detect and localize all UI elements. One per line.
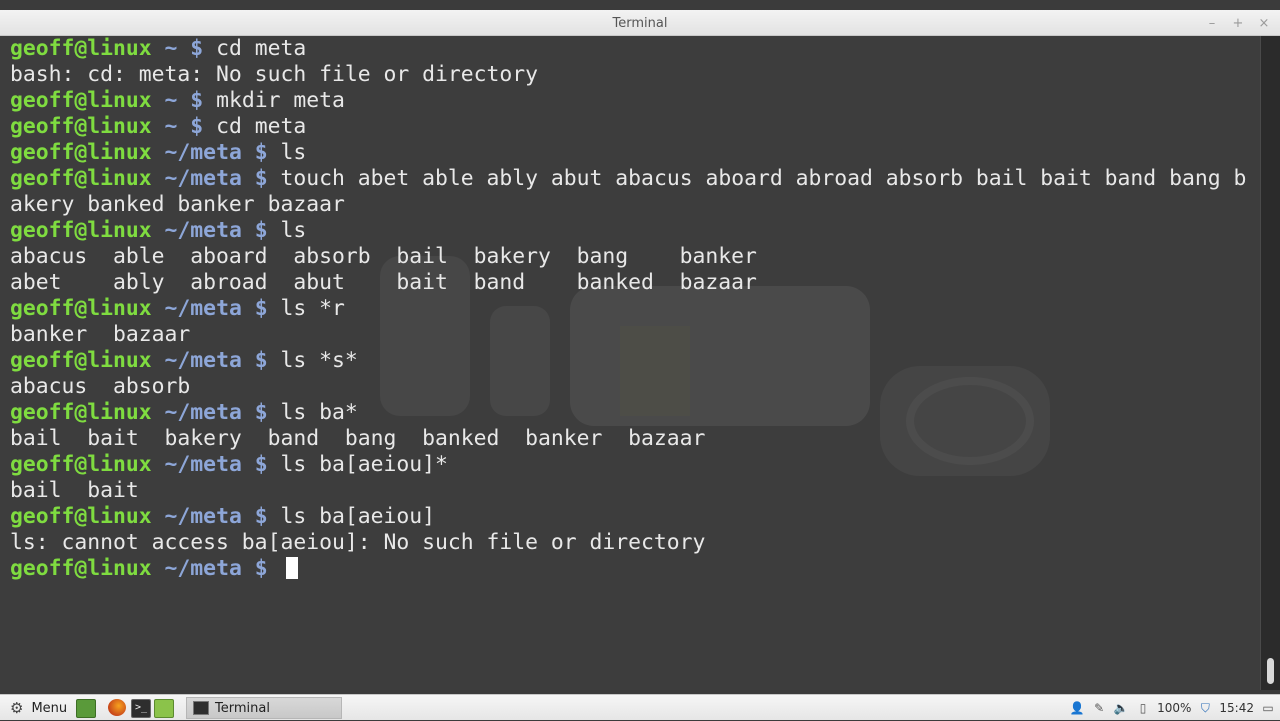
output-line: abacus absorb — [10, 374, 191, 399]
command-text: ls ba[aeiou] — [280, 504, 436, 529]
prompt-line: geoff@linux ~/meta $ ls ba[aeiou] — [10, 504, 1246, 530]
battery-percent: 100% — [1157, 701, 1192, 715]
terminal-icon — [193, 701, 209, 715]
prompt-user: geoff@linux — [10, 166, 152, 191]
prompt-user: geoff@linux — [10, 140, 152, 165]
output-line: banker bazaar — [10, 322, 191, 347]
command-text: ls — [280, 218, 307, 243]
prompt-line: geoff@linux ~/meta $ touch abet able abl… — [10, 166, 1246, 192]
minimize-button[interactable]: – — [1206, 16, 1218, 31]
menu-button[interactable]: ⚙ Menu — [4, 697, 73, 719]
prompt-path: ~/meta $ — [151, 452, 281, 477]
command-text: cd meta — [216, 36, 307, 61]
window-title: Terminal — [612, 16, 668, 31]
prompt-user: geoff@linux — [10, 400, 152, 425]
prompt-user: geoff@linux — [10, 218, 152, 243]
output-line: akery banked banker bazaar — [10, 192, 345, 217]
command-text: ls *s* — [280, 348, 358, 373]
terminal-area[interactable]: geoff@linux ~ $ cd meta bash: cd: meta: N… — [0, 36, 1260, 690]
command-text: ls ba* — [280, 400, 358, 425]
prompt-user: geoff@linux — [10, 504, 152, 529]
terminal-icon[interactable]: >_ — [131, 699, 151, 718]
prompt-line: geoff@linux ~/meta $ — [10, 556, 1246, 582]
prompt-user: geoff@linux — [10, 114, 152, 139]
prompt-path: ~/meta $ — [151, 556, 281, 581]
shield-icon[interactable]: ⛉ — [1197, 700, 1213, 716]
task-label: Terminal — [215, 700, 270, 716]
prompt-path: ~/meta $ — [151, 504, 281, 529]
prompt-path: ~/meta $ — [151, 140, 281, 165]
text-cursor — [286, 557, 299, 579]
window-titlebar[interactable]: Terminal – + × — [0, 10, 1280, 36]
output-line: bash: cd: meta: No such file or director… — [10, 62, 539, 87]
prompt-line: geoff@linux ~ $ mkdir meta — [10, 88, 1246, 114]
user-icon[interactable]: 👤 — [1069, 700, 1085, 716]
output-line: bail bait bakery band bang banked banker… — [10, 426, 706, 451]
firefox-icon[interactable] — [108, 699, 126, 716]
battery-icon[interactable]: ▯ — [1135, 700, 1151, 716]
prompt-path: ~/meta $ — [151, 296, 281, 321]
taskbar: ⚙ Menu >_ Terminal 👤 ✎ 🔈 ▯ 100% ⛉ 15:42 … — [0, 694, 1280, 720]
desktop-icon[interactable]: ▭ — [1260, 700, 1276, 716]
command-text: mkdir meta — [216, 88, 345, 113]
prompt-line: geoff@linux ~/meta $ ls ba[aeiou]* — [10, 452, 1246, 478]
gear-icon: ⚙ — [10, 699, 24, 717]
clock[interactable]: 15:42 — [1219, 701, 1254, 715]
prompt-line: geoff@linux ~/meta $ ls — [10, 218, 1246, 244]
system-tray: 👤 ✎ 🔈 ▯ 100% ⛉ 15:42 ▭ — [1069, 695, 1280, 721]
prompt-user: geoff@linux — [10, 88, 152, 113]
command-text: ls ba[aeiou]* — [280, 452, 448, 477]
output-line: abet ably abroad abut bait band banked b… — [10, 270, 757, 295]
close-button[interactable]: × — [1258, 16, 1270, 31]
prompt-line: geoff@linux ~ $ cd meta — [10, 114, 1246, 140]
command-text: cd meta — [216, 114, 307, 139]
taskbar-terminal-button[interactable]: Terminal — [186, 697, 342, 719]
prompt-path: ~/meta $ — [151, 348, 281, 373]
files-icon[interactable] — [154, 699, 174, 718]
prompt-path: ~/meta $ — [151, 400, 281, 425]
prompt-user: geoff@linux — [10, 296, 152, 321]
command-text: ls — [280, 140, 307, 165]
output-line: abacus able aboard absorb bail bakery ba… — [10, 244, 757, 269]
prompt-line: geoff@linux ~/meta $ ls *r — [10, 296, 1246, 322]
maximize-button[interactable]: + — [1232, 16, 1244, 31]
prompt-path: ~ $ — [151, 36, 217, 61]
prompt-line: geoff@linux ~/meta $ ls *s* — [10, 348, 1246, 374]
menu-label: Menu — [31, 700, 68, 716]
prompt-path: ~ $ — [151, 88, 217, 113]
volume-icon[interactable]: 🔈 — [1113, 700, 1129, 716]
prompt-user: geoff@linux — [10, 452, 152, 477]
prompt-line: geoff@linux ~/meta $ ls ba* — [10, 400, 1246, 426]
prompt-user: geoff@linux — [10, 36, 152, 61]
network-icon[interactable]: ✎ — [1091, 700, 1107, 716]
terminal-scrollbar[interactable] — [1260, 36, 1280, 690]
prompt-path: ~ $ — [151, 114, 217, 139]
window-controls: – + × — [1206, 10, 1270, 36]
prompt-path: ~/meta $ — [151, 166, 281, 191]
scrollbar-thumb[interactable] — [1267, 658, 1274, 684]
output-line: bail bait — [10, 478, 139, 503]
show-desktop-icon[interactable] — [76, 699, 96, 718]
prompt-user: geoff@linux — [10, 348, 152, 373]
command-text: touch abet able ably abut abacus aboard … — [280, 166, 1247, 191]
prompt-line: geoff@linux ~ $ cd meta — [10, 36, 1246, 62]
terminal-output: geoff@linux ~ $ cd meta bash: cd: meta: N… — [10, 36, 1246, 582]
prompt-path: ~/meta $ — [151, 218, 281, 243]
output-line: ls: cannot access ba[aeiou]: No such fil… — [10, 530, 706, 555]
prompt-line: geoff@linux ~/meta $ ls — [10, 140, 1246, 166]
command-text: ls *r — [280, 296, 345, 321]
prompt-user: geoff@linux — [10, 556, 152, 581]
